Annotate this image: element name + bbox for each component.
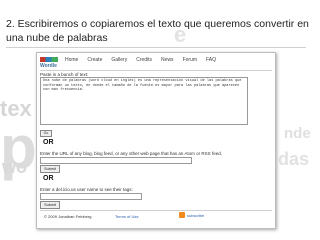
nav-news[interactable]: News bbox=[161, 57, 174, 63]
subscribe-link[interactable]: subscribe bbox=[179, 212, 204, 218]
url-label: Enter the URL of any blog, blog feed, or… bbox=[40, 151, 222, 156]
background-word: wo bbox=[2, 157, 27, 177]
delicious-label: Enter a del.icio.us user name to see the… bbox=[40, 187, 133, 192]
url-input[interactable] bbox=[40, 157, 192, 164]
nav-gallery[interactable]: Gallery bbox=[111, 57, 127, 63]
delicious-user-input[interactable] bbox=[40, 193, 142, 200]
go-button[interactable]: Go bbox=[40, 130, 52, 137]
nav-home[interactable]: Home bbox=[65, 57, 78, 63]
or-separator-2: OR bbox=[43, 175, 54, 182]
nav-divider bbox=[40, 70, 272, 71]
or-separator-1: OR bbox=[43, 139, 54, 146]
footer-copyright[interactable]: © 2009 Jonathan Feinberg bbox=[44, 214, 91, 219]
nav-forum[interactable]: Forum bbox=[183, 57, 197, 63]
wordle-screenshot: Wordle Home Create Gallery Credits News … bbox=[36, 52, 276, 229]
subscribe-label: subscribe bbox=[187, 212, 205, 218]
wordle-logo-icon bbox=[40, 57, 58, 62]
submit-user-button[interactable]: Submit bbox=[40, 201, 60, 209]
heading-line-1: 2. Escribiremos o copiaremos el texto qu… bbox=[6, 18, 309, 30]
slide-heading: 2. Escribiremos o copiaremos el texto qu… bbox=[6, 17, 316, 45]
footer-divider bbox=[40, 210, 272, 211]
heading-line-2: una nube de palabras bbox=[6, 32, 108, 44]
nav-faq[interactable]: FAQ bbox=[206, 57, 216, 63]
background-word: nde bbox=[284, 125, 311, 142]
nav-credits[interactable]: Credits bbox=[136, 57, 152, 63]
rss-icon bbox=[179, 212, 185, 218]
wordle-logo-text: Wordle bbox=[40, 63, 57, 69]
submit-url-button[interactable]: Submit bbox=[40, 165, 60, 173]
text-input-area[interactable]: Una nube de palabras (word cloud en ingl… bbox=[40, 77, 248, 125]
terms-link[interactable]: Terms of Use bbox=[115, 214, 139, 219]
nav-create[interactable]: Create bbox=[87, 57, 102, 63]
wordle-logo[interactable]: Wordle bbox=[40, 57, 60, 69]
heading-divider bbox=[6, 47, 306, 48]
wordle-nav: Home Create Gallery Credits News Forum F… bbox=[65, 57, 216, 63]
background-word: das bbox=[278, 149, 310, 169]
